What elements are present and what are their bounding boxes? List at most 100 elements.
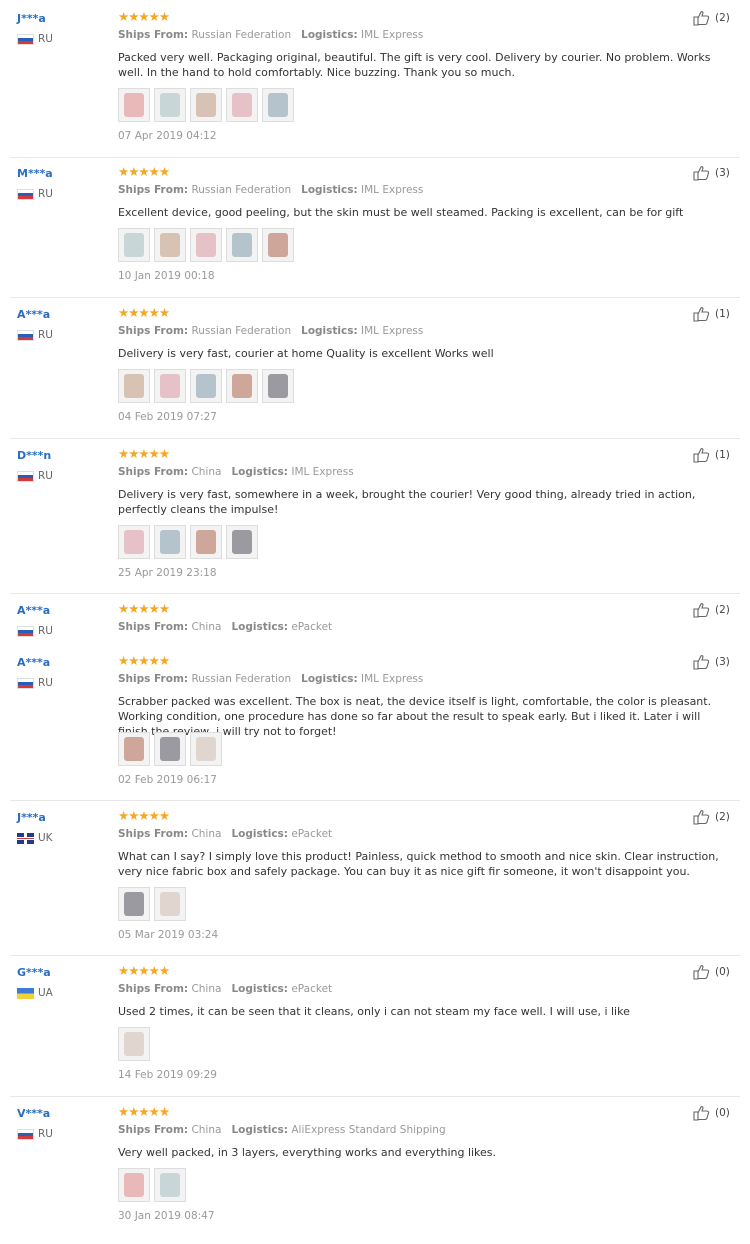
reviewer-name[interactable]: J***a <box>17 811 46 824</box>
ru-flag-icon <box>17 1128 34 1140</box>
reviewer-country: UA <box>17 987 53 999</box>
review-text: Very well packed, in 3 layers, everythin… <box>118 1146 497 1159</box>
country-code: RU <box>38 625 53 637</box>
shipping-info: Ships From: China Logistics: ePacket <box>118 828 332 840</box>
review-photo-thumbnail[interactable] <box>118 1168 150 1202</box>
review-photo-thumbnail[interactable] <box>154 732 186 766</box>
review-photo-thumbnail[interactable] <box>154 369 186 403</box>
reviewer-name[interactable]: M***a <box>17 167 53 180</box>
reviewer-name[interactable]: A***a <box>17 656 50 669</box>
logistics-value: IML Express <box>361 325 424 337</box>
logistics: Logistics: IML Express <box>301 184 423 196</box>
star-rating: ★★★★★ <box>118 601 170 616</box>
photo-content <box>232 93 252 117</box>
helpful-button[interactable]: (1) <box>693 306 730 322</box>
review-text: What can I say? I simply love this produ… <box>118 850 719 878</box>
ru-flag-icon <box>17 329 34 341</box>
review-photo-thumbnail[interactable] <box>118 732 150 766</box>
helpful-button[interactable]: (2) <box>693 602 730 618</box>
photo-content <box>196 530 216 554</box>
reviewer-country: UK <box>17 832 53 844</box>
helpful-count: (0) <box>715 966 730 978</box>
review-photo-thumbnail[interactable] <box>190 228 222 262</box>
photo-content <box>124 1032 144 1056</box>
review-photo-thumbnail[interactable] <box>190 732 222 766</box>
shipping-info: Ships From: Russian Federation Logistics:… <box>118 29 423 41</box>
review-photo-thumbnail[interactable] <box>190 88 222 122</box>
helpful-button[interactable]: (3) <box>693 654 730 670</box>
helpful-button[interactable]: (0) <box>693 1105 730 1121</box>
review-photo-thumbnail[interactable] <box>154 1168 186 1202</box>
ships-from-label: Ships From: <box>118 1124 189 1136</box>
photo-content <box>232 530 252 554</box>
ships-from-value: Russian Federation <box>191 184 292 196</box>
logistics-value: ePacket <box>291 621 333 633</box>
review-photo-thumbnail[interactable] <box>226 369 258 403</box>
reviewer-name[interactable]: D***n <box>17 449 51 462</box>
thumbs-up-icon <box>693 1106 710 1121</box>
review-photo-thumbnail[interactable] <box>226 88 258 122</box>
ships-from-label: Ships From: <box>118 325 189 337</box>
review-photo-thumbnail[interactable] <box>262 369 294 403</box>
reviewer-name[interactable]: J***a <box>17 12 46 25</box>
logistics-label: Logistics: <box>301 29 358 41</box>
review-photo-thumbnail[interactable] <box>118 1027 150 1061</box>
helpful-button[interactable]: (0) <box>693 964 730 980</box>
review-photo-thumbnail[interactable] <box>118 88 150 122</box>
helpful-button[interactable]: (3) <box>693 165 730 181</box>
logistics-value: ePacket <box>291 828 333 840</box>
reviewer-name[interactable]: A***a <box>17 604 50 617</box>
reviewer-country: RU <box>17 677 53 689</box>
review-photo-thumbnail[interactable] <box>226 228 258 262</box>
review-photo-thumbnail[interactable] <box>154 525 186 559</box>
logistics-value: ePacket <box>291 983 333 995</box>
review-divider <box>10 955 740 956</box>
review-photos <box>118 88 294 122</box>
photo-content <box>196 233 216 257</box>
ships-from-value: Russian Federation <box>191 673 292 685</box>
ru-flag-icon <box>17 677 34 689</box>
review-photo-thumbnail[interactable] <box>262 228 294 262</box>
ua-flag-icon <box>17 987 34 999</box>
reviewer-name[interactable]: A***a <box>17 308 50 321</box>
ru-flag-icon <box>17 625 34 637</box>
logistics: Logistics: AliExpress Standard Shipping <box>231 1124 445 1136</box>
reviewer-country: RU <box>17 1128 53 1140</box>
review-divider <box>10 800 740 801</box>
shipping-info: Ships From: Russian Federation Logistics:… <box>118 325 423 337</box>
helpful-count: (0) <box>715 1107 730 1119</box>
ships-from-value: China <box>191 983 222 995</box>
reviewer-name[interactable]: G***a <box>17 966 51 979</box>
ru-flag-icon <box>17 188 34 200</box>
review-photo-thumbnail[interactable] <box>262 88 294 122</box>
review-photo-thumbnail[interactable] <box>154 228 186 262</box>
photo-content <box>160 737 180 761</box>
helpful-count: (2) <box>715 811 730 823</box>
ships-from-value: China <box>191 828 222 840</box>
review-photo-thumbnail[interactable] <box>154 887 186 921</box>
helpful-button[interactable]: (2) <box>693 809 730 825</box>
helpful-button[interactable]: (1) <box>693 447 730 463</box>
review-photo-thumbnail[interactable] <box>118 228 150 262</box>
photo-content <box>160 530 180 554</box>
review-photo-thumbnail[interactable] <box>118 525 150 559</box>
ships-from-value: China <box>191 621 222 633</box>
review-date: 10 Jan 2019 00:18 <box>118 270 215 282</box>
review-photo-thumbnail[interactable] <box>190 525 222 559</box>
logistics-label: Logistics: <box>231 983 288 995</box>
photo-content <box>124 233 144 257</box>
photo-content <box>124 1173 144 1197</box>
review-photo-thumbnail[interactable] <box>118 887 150 921</box>
review-photo-thumbnail[interactable] <box>190 369 222 403</box>
reviewer-name[interactable]: V***a <box>17 1107 50 1120</box>
helpful-button[interactable]: (2) <box>693 10 730 26</box>
review-photo-thumbnail[interactable] <box>118 369 150 403</box>
reviewer-country: RU <box>17 470 53 482</box>
logistics-label: Logistics: <box>301 184 358 196</box>
logistics-value: IML Express <box>291 466 354 478</box>
thumbs-up-icon <box>693 307 710 322</box>
country-code: RU <box>38 677 53 689</box>
country-code: RU <box>38 33 53 45</box>
review-photo-thumbnail[interactable] <box>154 88 186 122</box>
review-photo-thumbnail[interactable] <box>226 525 258 559</box>
